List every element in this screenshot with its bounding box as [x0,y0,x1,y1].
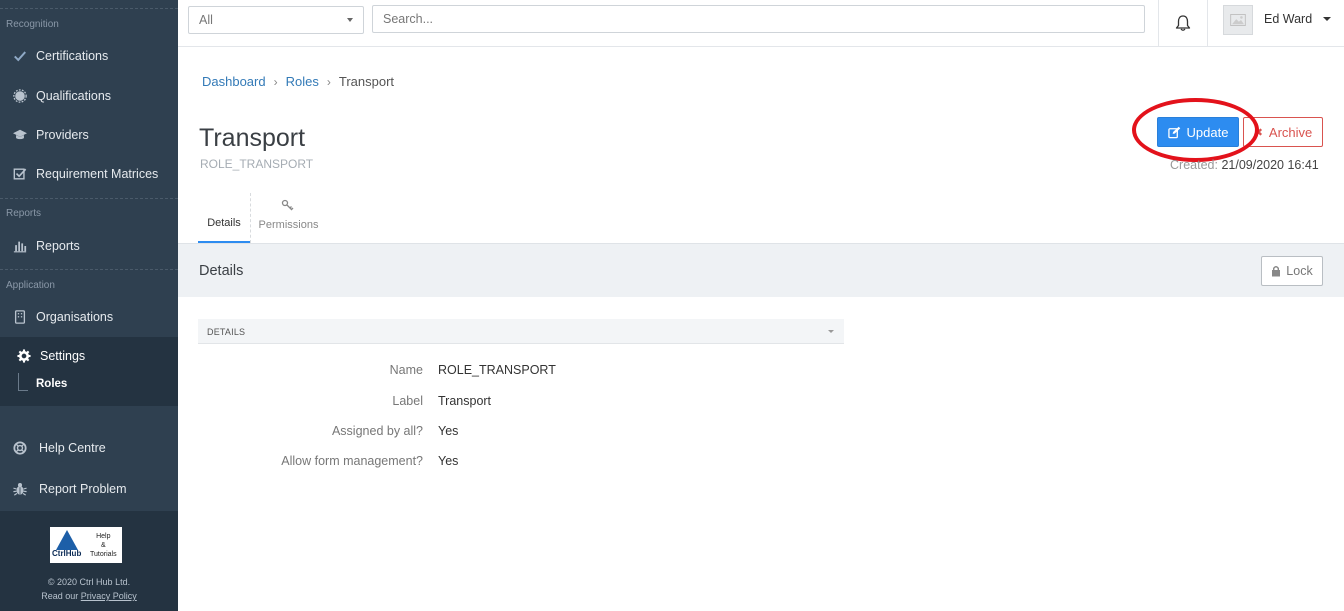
graduation-cap-icon [12,127,28,143]
sidebar: Recognition Certifications Qualification… [0,0,178,611]
sidebar-footer: CtrlHub Help & Tutorials © 2020 Ctrl Hub… [0,511,178,611]
field-value: Yes [438,454,459,468]
notifications-button[interactable] [1158,0,1208,46]
update-button-label: Update [1186,124,1229,140]
gear-icon [16,348,32,364]
sidebar-section-recognition: Recognition [6,19,59,30]
field-value: Transport [438,394,492,408]
sidebar-item-label: Reports [36,239,80,253]
archive-button-label: Archive [1268,124,1313,140]
page-subtitle: ROLE_TRANSPORT [200,157,314,171]
sidebar-item-help-centre[interactable]: Help Centre [0,433,178,463]
privacy-line: Read our Privacy Policy [41,591,137,601]
chevron-down-icon[interactable] [1323,17,1331,21]
breadcrumb-current: Transport [338,74,395,89]
chevron-down-icon [828,330,834,333]
field-label: Label [392,394,423,408]
field-row-assigned-by-all: Assigned by all? Yes [198,424,844,444]
badge-icon [12,88,28,104]
privacy-policy-link[interactable]: Privacy Policy [81,591,137,601]
logo-help-text: Help & Tutorials [90,532,117,558]
top-bar: All Ed Ward [178,0,1344,47]
copyright-text: © 2020 Ctrl Hub Ltd. [47,577,131,587]
building-icon [12,309,28,325]
field-value: Yes [438,424,459,438]
sidebar-item-organisations[interactable]: Organisations [0,302,178,332]
sidebar-item-label: Certifications [36,49,109,63]
sidebar-item-label: Requirement Matrices [36,167,159,181]
search-input[interactable] [372,5,1145,33]
ctrlhub-logo-icon: CtrlHub [52,530,82,560]
created-info: Created: 21/09/2020 16:41 [1170,158,1319,172]
edit-icon [1167,126,1180,138]
field-label: Name [389,363,423,377]
details-header: Details Lock [178,244,1344,297]
user-menu-name[interactable]: Ed Ward [1264,12,1312,26]
lifebuoy-icon [12,440,28,456]
tab-permissions[interactable]: Permissions [250,193,326,243]
breadcrumb-dashboard[interactable]: Dashboard [202,74,266,89]
details-section-header[interactable]: DETAILS [198,319,844,344]
sidebar-divider [0,8,178,9]
close-icon: ✖ [1253,126,1263,139]
scope-select[interactable]: All [188,6,364,34]
lock-button-label: Lock [1286,264,1313,278]
sidebar-item-label: Help Centre [39,441,106,455]
field-row-name: Name ROLE_TRANSPORT [198,363,844,383]
sidebar-item-providers[interactable]: Providers [0,120,178,150]
scope-select-value: All [199,13,213,27]
breadcrumb-separator: › [273,74,278,89]
breadcrumb-separator: › [326,74,331,89]
sidebar-item-report-problem[interactable]: Report Problem [0,474,178,504]
tab-details[interactable]: Details [198,193,250,243]
logo-wordmark: CtrlHub [52,549,82,558]
breadcrumb: Dashboard › Roles › Transport [202,74,394,89]
bug-icon [12,481,28,497]
created-value: 21/09/2020 16:41 [1221,158,1319,172]
field-row-label: Label Transport [198,394,844,414]
sidebar-section-application: Application [6,280,55,291]
chevron-down-icon [347,18,353,22]
sidebar-item-settings[interactable]: Settings [0,341,178,371]
tab-label: Details [207,217,241,229]
ctrlhub-help-logo[interactable]: CtrlHub Help & Tutorials [50,527,122,563]
field-value: ROLE_TRANSPORT [438,363,556,377]
avatar[interactable] [1223,5,1253,35]
field-label: Assigned by all? [331,424,423,438]
lock-icon [1272,265,1281,277]
breadcrumb-roles[interactable]: Roles [286,74,319,89]
field-row-allow-form-management: Allow form management? Yes [198,454,844,474]
image-placeholder-icon [1230,14,1246,26]
tab-bar: Details Permissions [198,193,326,243]
sidebar-item-label: Providers [36,128,89,142]
details-heading: Details [199,263,244,279]
field-label: Allow form management? [281,454,423,468]
checkmark-icon [12,48,28,64]
bar-chart-icon [12,238,28,254]
sidebar-divider [0,269,178,270]
update-button[interactable]: Update [1157,117,1239,147]
page-title: Transport [199,124,306,152]
archive-button[interactable]: ✖ Archive [1243,117,1323,147]
sidebar-item-requirement-matrices[interactable]: Requirement Matrices [0,159,178,189]
sidebar-item-label: Organisations [36,310,114,324]
section-title: DETAILS [207,327,246,337]
tree-connector [18,373,28,391]
key-icon [281,199,294,211]
tab-label: Permissions [258,219,319,231]
sidebar-item-label: Settings [40,349,86,363]
sidebar-item-label: Report Problem [39,482,127,496]
sidebar-item-reports[interactable]: Reports [0,231,178,261]
checkbox-icon [12,166,28,182]
sidebar-subitem-roles[interactable]: Roles [36,378,67,390]
bell-icon [1175,15,1191,31]
created-label: Created: [1170,158,1218,172]
sidebar-divider [0,198,178,199]
sidebar-item-label: Qualifications [36,89,112,103]
sidebar-section-reports: Reports [6,208,42,219]
sidebar-item-certifications[interactable]: Certifications [0,41,178,71]
sidebar-item-qualifications[interactable]: Qualifications [0,81,178,111]
lock-button[interactable]: Lock [1261,256,1323,286]
